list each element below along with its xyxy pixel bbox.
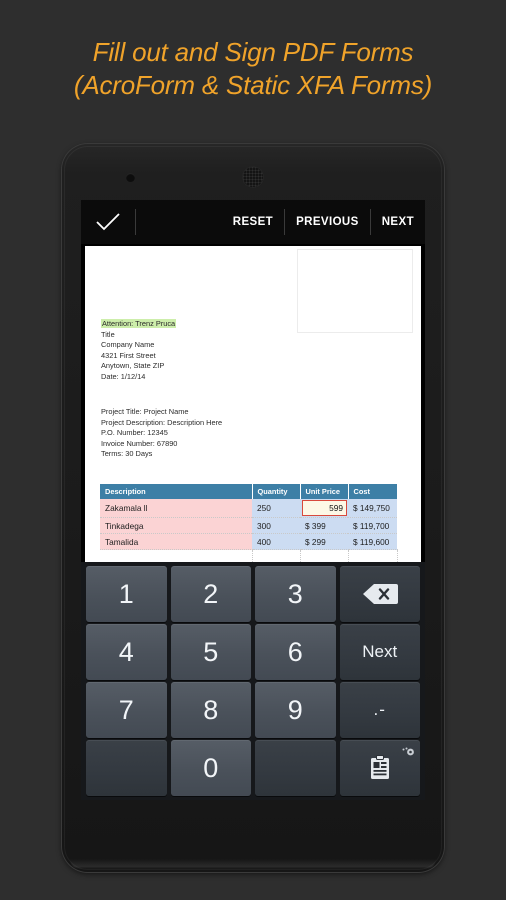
key-2[interactable]: 2: [170, 566, 251, 622]
key-1[interactable]: 1: [86, 566, 167, 622]
backspace-icon: [362, 583, 398, 605]
keyboard-row: 4 5 6 Next: [84, 624, 422, 680]
toolbar-divider-1: [135, 209, 136, 235]
keyboard-row: 0: [84, 740, 422, 796]
key-5[interactable]: 5: [170, 624, 251, 680]
table-header-row: Description Quantity Unit Price Cost: [100, 484, 397, 499]
address-block: Attention: Trenz Pruca Title Company Nam…: [101, 319, 177, 382]
next-field-button[interactable]: NEXT: [371, 200, 425, 244]
key-6[interactable]: 6: [255, 624, 336, 680]
keyboard-row: 7 8 9 .-: [84, 682, 422, 738]
phone-device: RESET PREVIOUS NEXT Attention: Trenz Pru…: [62, 144, 444, 872]
key-3[interactable]: 3: [255, 566, 336, 622]
key-7[interactable]: 7: [86, 682, 167, 738]
cell-cost: $ 119,700: [348, 517, 397, 534]
unit-price-active-field[interactable]: 599: [302, 500, 347, 516]
key-dot-dash[interactable]: .-: [339, 682, 420, 738]
phone-screen: RESET PREVIOUS NEXT Attention: Trenz Pru…: [81, 200, 425, 800]
cell-description[interactable]: Zakamala ll: [100, 499, 252, 518]
column-header-description: Description: [100, 484, 253, 499]
reset-button[interactable]: RESET: [222, 200, 284, 244]
phone-bottom-highlight: [70, 859, 436, 869]
key-backspace[interactable]: [339, 566, 420, 622]
cell-quantity[interactable]: 400: [252, 533, 300, 550]
key-0[interactable]: 0: [170, 740, 251, 796]
key-blank-right[interactable]: [255, 740, 336, 796]
column-header-cost: Cost: [348, 484, 397, 499]
gear-icon: [402, 743, 415, 756]
table-row: Zakamala ll 250 599 $ 149,750: [100, 499, 397, 518]
cell-unit-price[interactable]: $ 399: [300, 517, 348, 534]
earpiece-speaker-icon: [242, 166, 264, 188]
cell-cost: $ 149,750: [348, 499, 397, 518]
headline-line-2: (AcroForm & Static XFA Forms): [73, 70, 433, 100]
headline-line-1: Fill out and Sign PDF Forms: [92, 37, 414, 67]
key-clipboard[interactable]: [339, 740, 420, 796]
key-8[interactable]: 8: [170, 682, 251, 738]
address-rest-text: Title Company Name 4321 First Street Any…: [101, 329, 165, 381]
keyboard-row: 1 2 3: [84, 566, 422, 622]
key-9[interactable]: 9: [255, 682, 336, 738]
cell-unit-price[interactable]: $ 299: [300, 533, 348, 550]
confirm-button[interactable]: [81, 200, 135, 244]
column-header-unit-price: Unit Price: [300, 484, 349, 499]
checkmark-icon: [95, 212, 121, 232]
numeric-keyboard: 1 2 3 4 5 6 Next 7 8 9 .- 0: [81, 562, 425, 800]
attention-form-field[interactable]: Attention: Trenz Pruca: [101, 319, 177, 328]
camera-icon: [126, 173, 135, 182]
logo-placeholder-box: [297, 249, 413, 333]
invoice-table: Description Quantity Unit Price Cost Zak…: [100, 484, 398, 566]
table-row: Tinkadega 300 $ 399 $ 119,700: [100, 517, 397, 534]
cell-quantity[interactable]: 300: [252, 517, 300, 534]
key-4[interactable]: 4: [86, 624, 167, 680]
cell-quantity[interactable]: 250: [252, 499, 300, 518]
clipboard-icon: [369, 755, 391, 781]
cell-description[interactable]: Tinkadega: [100, 517, 252, 534]
key-next[interactable]: Next: [339, 624, 420, 680]
cell-unit-price[interactable]: 599: [300, 499, 348, 518]
column-header-quantity: Quantity: [252, 484, 301, 499]
cell-description[interactable]: Tamalida: [100, 533, 252, 550]
app-toolbar: RESET PREVIOUS NEXT: [81, 200, 425, 244]
page-headline: Fill out and Sign PDF Forms (AcroForm & …: [0, 36, 506, 102]
project-details-block: Project Title: Project Name Project Desc…: [101, 407, 223, 458]
cell-cost: $ 119,600: [348, 533, 397, 550]
table-row: Tamalida 400 $ 299 $ 119,600: [100, 533, 397, 550]
previous-button[interactable]: PREVIOUS: [285, 200, 370, 244]
key-blank-left[interactable]: [86, 740, 167, 796]
